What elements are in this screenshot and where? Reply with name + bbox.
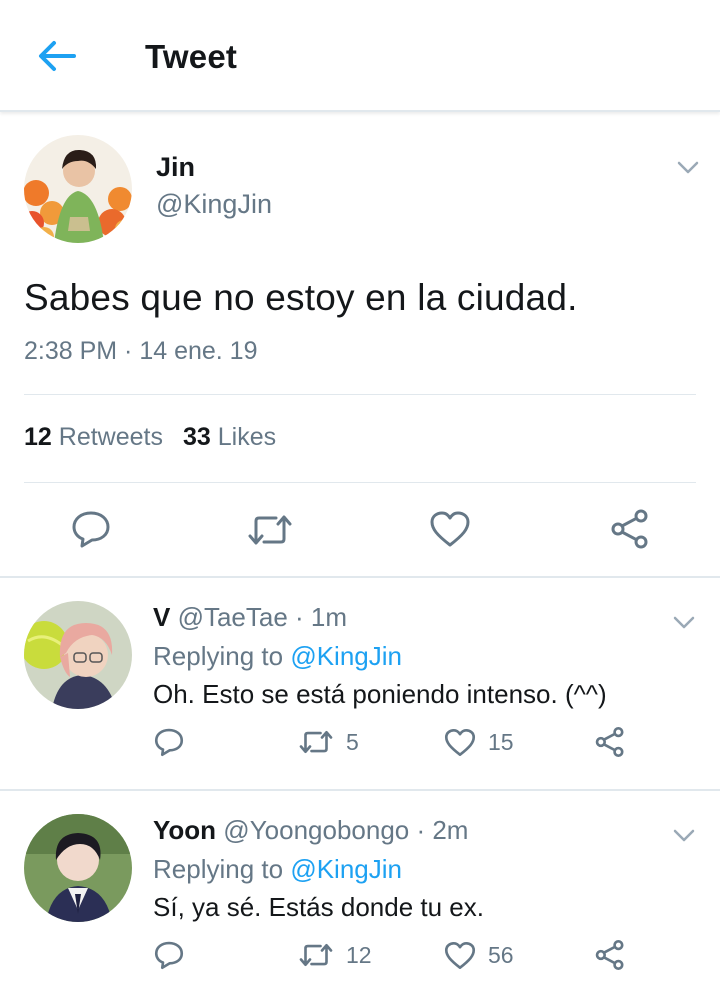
reply-meta: @TaeTae · 1m <box>177 602 348 632</box>
like-count: 33 <box>182 423 211 451</box>
reply-button[interactable] <box>70 509 112 554</box>
reply-header: Yoon @Yoongobongo · 2m <box>153 815 468 846</box>
replying-to-handle[interactable]: @KingJin <box>290 641 402 671</box>
retweets-label: Retweets <box>58 423 163 451</box>
reply-tweet[interactable]: V @TaeTae · 1m Replying to @KingJin Oh. … <box>0 578 720 791</box>
reply-author-name[interactable]: V <box>153 602 170 632</box>
author-name[interactable]: Jin <box>156 152 195 183</box>
replying-to-handle[interactable]: @KingJin <box>290 854 402 884</box>
reply-menu-button[interactable] <box>672 827 696 843</box>
replying-to: Replying to @KingJin <box>153 641 402 672</box>
reply-text: Sí, ya sé. Estás donde tu ex. <box>153 892 484 922</box>
divider <box>24 394 696 395</box>
reply-icon <box>154 728 184 757</box>
avatar[interactable] <box>24 601 132 709</box>
replying-to: Replying to @KingJin <box>153 854 402 885</box>
share-button[interactable] <box>594 938 626 972</box>
retweet-button[interactable]: 12 <box>298 938 372 972</box>
like-button[interactable]: 56 <box>444 938 514 972</box>
share-icon <box>611 509 648 549</box>
retweet-count: 12 <box>24 423 52 451</box>
tweet-stats: 12 Retweets 33 Likes <box>24 423 276 452</box>
reply-menu-button[interactable] <box>672 614 696 630</box>
share-icon <box>595 726 624 758</box>
arrow-left-icon <box>39 41 76 71</box>
like-button[interactable] <box>429 510 471 553</box>
share-icon <box>595 939 624 971</box>
like-button[interactable]: 15 <box>444 725 514 759</box>
reply-button[interactable] <box>153 938 185 972</box>
chevron-down-icon <box>673 616 695 629</box>
main-tweet: Jin @KingJin Sabes que no estoy en la ci… <box>0 114 720 578</box>
heart-icon <box>444 941 476 969</box>
heart-icon <box>444 728 476 756</box>
chevron-down-icon <box>677 161 699 174</box>
app-header: Tweet <box>0 0 720 112</box>
retweet-icon <box>248 515 292 545</box>
likes-stat[interactable]: 33 Likes <box>183 423 276 452</box>
tweet-text: Sabes que no estoy en la ciudad. <box>24 277 578 318</box>
reply-header: V @TaeTae · 1m <box>153 602 347 633</box>
reply-meta: @Yoongobongo · 2m <box>223 815 469 845</box>
reply-actions: 5 15 <box>0 725 720 759</box>
retweet-button[interactable]: 5 <box>298 725 359 759</box>
reply-icon <box>72 511 110 548</box>
retweet-count: 5 <box>346 728 359 755</box>
replying-to-label: Replying to <box>153 854 284 884</box>
replying-to-label: Replying to <box>153 641 284 671</box>
share-button[interactable] <box>609 508 651 555</box>
like-count: 15 <box>488 728 514 755</box>
retweet-icon <box>299 730 333 754</box>
retweets-stat[interactable]: 12 Retweets <box>24 423 163 452</box>
like-count: 56 <box>488 941 514 968</box>
reply-icon <box>154 941 184 970</box>
reply-text: Oh. Esto se está poniendo intenso. (^^) <box>153 679 607 709</box>
author-handle[interactable]: @KingJin <box>156 189 272 220</box>
reply-actions: 12 56 <box>0 938 720 972</box>
back-button[interactable] <box>34 36 78 76</box>
reply-button[interactable] <box>153 725 185 759</box>
likes-label: Likes <box>217 423 277 451</box>
page-title: Tweet <box>145 38 238 75</box>
divider <box>24 482 696 483</box>
chevron-down-icon <box>673 829 695 842</box>
share-button[interactable] <box>594 725 626 759</box>
heart-icon <box>430 511 470 547</box>
avatar[interactable] <box>24 814 132 922</box>
retweet-icon <box>299 943 333 967</box>
tweet-timestamp: 2:38 PM · 14 ene. 19 <box>24 337 258 365</box>
reply-tweet[interactable]: Yoon @Yoongobongo · 2m Replying to @King… <box>0 791 720 1008</box>
retweet-button[interactable] <box>246 512 294 553</box>
retweet-count: 12 <box>346 941 372 968</box>
tweet-menu-button[interactable] <box>676 159 700 175</box>
reply-author-name[interactable]: Yoon <box>153 815 216 845</box>
avatar[interactable] <box>24 135 132 243</box>
